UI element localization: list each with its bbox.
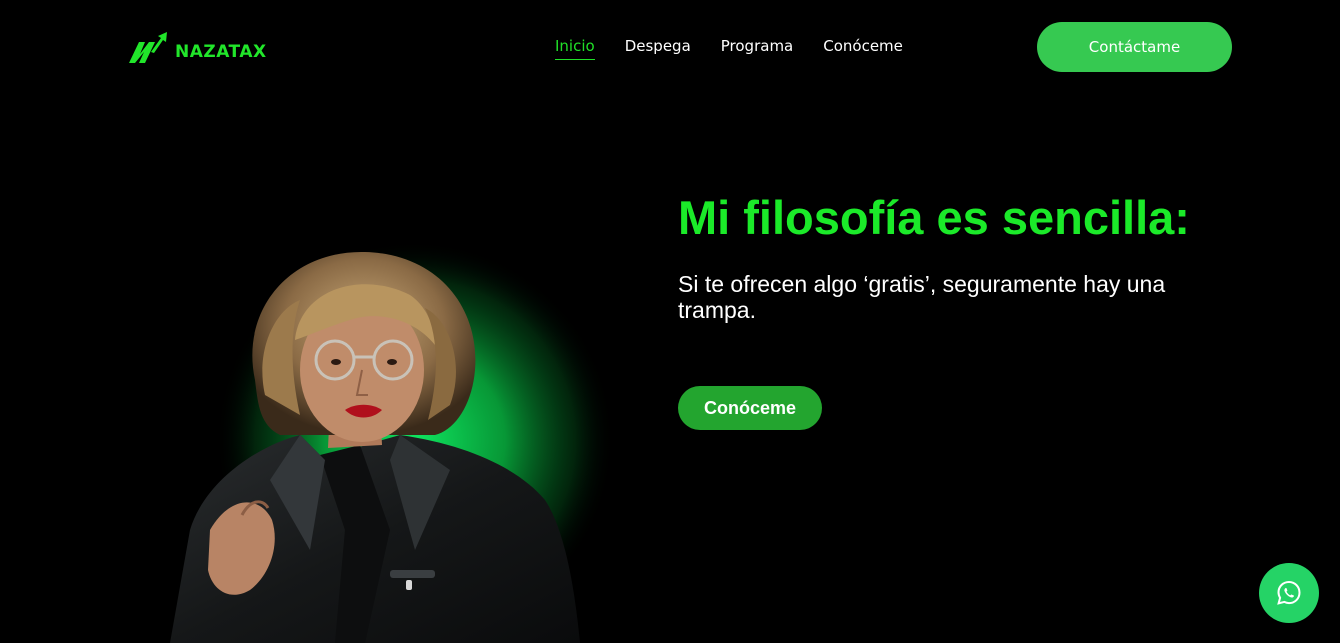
hero-subtitle: Si te ofrecen algo ‘gratis’, seguramente… bbox=[678, 271, 1166, 323]
brand-name: NAZATAX bbox=[175, 42, 267, 62]
hero-portrait bbox=[150, 230, 620, 643]
brand-logo[interactable]: NAZATAX bbox=[127, 30, 267, 66]
whatsapp-button[interactable] bbox=[1259, 563, 1319, 623]
whatsapp-icon bbox=[1277, 580, 1301, 605]
nav-item-inicio[interactable]: Inicio bbox=[555, 36, 595, 60]
nav-item-conoceme[interactable]: Conóceme bbox=[823, 36, 903, 60]
nav-item-despega[interactable]: Despega bbox=[625, 36, 691, 60]
main-nav: Inicio Despega Programa Conóceme bbox=[555, 36, 903, 60]
nav-item-programa[interactable]: Programa bbox=[721, 36, 793, 60]
contact-button[interactable]: Contáctame bbox=[1037, 22, 1232, 72]
about-me-button[interactable]: Conóceme bbox=[678, 386, 822, 430]
logo-mark-icon bbox=[129, 32, 167, 63]
landing-page: NAZATAX Inicio Despega Programa Conóceme… bbox=[0, 0, 1340, 643]
hero-title: Mi filosofía es sencilla: bbox=[678, 191, 1190, 244]
portrait-image bbox=[170, 240, 615, 643]
